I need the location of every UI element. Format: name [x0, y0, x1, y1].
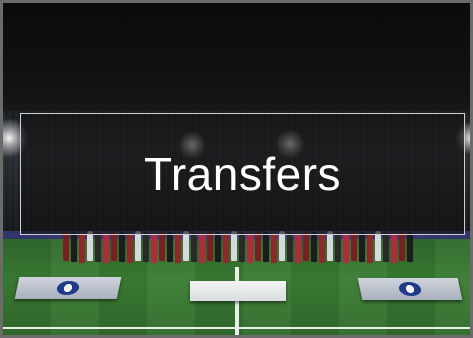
players-lineup — [63, 231, 413, 267]
player-figure — [231, 231, 237, 261]
player-figure — [103, 233, 109, 263]
player-figure — [167, 232, 173, 262]
player-figure — [183, 231, 189, 261]
player-figure — [143, 232, 149, 262]
club-crest-icon — [55, 281, 81, 295]
player-figure — [135, 231, 141, 261]
player-figure — [375, 231, 381, 261]
competition-flag — [190, 281, 286, 301]
player-figure — [207, 231, 213, 261]
player-figure — [343, 233, 349, 263]
club-flag-right — [357, 278, 463, 300]
player-figure — [367, 233, 373, 263]
player-figure — [359, 232, 365, 262]
player-figure — [327, 231, 333, 261]
player-figure — [79, 233, 85, 263]
player-figure — [271, 233, 277, 263]
player-figure — [111, 231, 117, 261]
player-figure — [287, 232, 293, 262]
tile-title: Transfers — [143, 148, 342, 200]
player-figure — [255, 231, 261, 261]
player-figure — [351, 231, 357, 261]
player-figure — [223, 233, 229, 263]
player-figure — [127, 233, 133, 263]
player-figure — [399, 231, 405, 261]
player-figure — [391, 233, 397, 263]
player-figure — [199, 233, 205, 263]
transfers-tile[interactable]: Transfers — [0, 0, 473, 338]
player-figure — [239, 232, 245, 262]
player-figure — [215, 232, 221, 262]
player-figure — [407, 232, 413, 262]
touch-line — [3, 327, 470, 329]
player-figure — [95, 232, 101, 262]
title-overlay: Transfers — [20, 113, 465, 235]
player-figure — [335, 232, 341, 262]
player-figure — [383, 232, 389, 262]
player-figure — [151, 233, 157, 263]
player-figure — [191, 232, 197, 262]
club-flag-left — [14, 277, 122, 299]
player-figure — [295, 233, 301, 263]
player-figure — [63, 231, 69, 261]
player-figure — [119, 232, 125, 262]
player-figure — [175, 233, 181, 263]
player-figure — [159, 231, 165, 261]
player-figure — [263, 232, 269, 262]
club-crest-icon — [397, 282, 423, 296]
stadium-sky — [3, 3, 470, 123]
player-figure — [311, 232, 317, 262]
player-figure — [71, 232, 77, 262]
player-figure — [87, 231, 93, 261]
player-figure — [279, 231, 285, 261]
player-figure — [303, 231, 309, 261]
player-figure — [319, 233, 325, 263]
player-figure — [247, 233, 253, 263]
